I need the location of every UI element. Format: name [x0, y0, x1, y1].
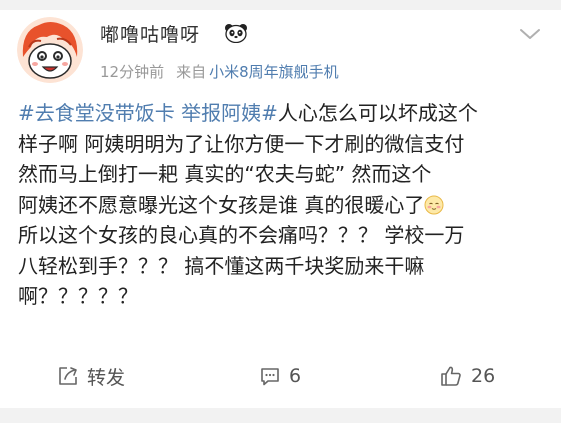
device-link[interactable]: 小米8周年旗舰手机	[209, 63, 339, 81]
panda-icon	[224, 23, 248, 44]
username[interactable]: 嘟噜咕噜呀	[100, 20, 200, 47]
content-line-5: 所以这个女孩的良心真的不会痛吗？？？ 学校一万	[18, 223, 465, 247]
content-line-2: 样子啊 阿姨明明为了让你方便一下才刷的微信支付	[18, 131, 465, 156]
post-meta: 12分钟前 来自 小米8周年旗舰手机	[100, 61, 339, 82]
like-count: 26	[471, 365, 496, 387]
avatar[interactable]	[17, 17, 83, 83]
content-text: 阿姨还不愿意曝光这个女孩是谁 真的很暖心了	[18, 192, 425, 217]
post-time: 12分钟前	[100, 63, 165, 81]
avatar-cartoon-icon	[17, 17, 83, 83]
repost-icon	[59, 367, 77, 385]
weibo-post-card: 嘟噜咕噜呀 12分钟前 来自 小米8周年旗舰手机 #去食堂没带饭卡 举报阿姨#人心怎…	[0, 0, 561, 408]
topic-link[interactable]: #去食堂没带饭卡 举报阿姨#	[18, 101, 278, 125]
comment-count: 6	[289, 365, 302, 387]
content-line-1: #去食堂没带饭卡 举报阿姨#人心怎么可以坏成这个	[18, 98, 552, 129]
content-text: 人心怎么可以坏成这个	[277, 101, 478, 125]
comment-button[interactable]: 6	[259, 354, 301, 398]
action-bar: 转发 6 26	[0, 354, 561, 398]
source-prefix: 来自	[176, 63, 207, 81]
comment-icon	[261, 368, 279, 386]
repost-label: 转发	[87, 366, 126, 389]
content-line-6: 八轻松到手？？？ 搞不懂这两千块奖励来干嘛	[18, 253, 425, 278]
chevron-down-icon[interactable]	[519, 26, 541, 40]
content-line-3: 然而马上倒打一耙 真实的“农夫与蛇” 然而这个	[18, 162, 432, 186]
blush-emoji-icon	[424, 193, 444, 214]
thumbs-up-icon	[441, 366, 461, 386]
content-line-4: 阿姨还不愿意曝光这个女孩是谁 真的很暖心了	[18, 190, 552, 221]
post-content: #去食堂没带饭卡 举报阿姨#人心怎么可以坏成这个 样子啊 阿姨明明为了让你方便一…	[18, 98, 552, 312]
repost-button[interactable]: 转发	[57, 354, 125, 398]
like-button[interactable]: 26	[439, 354, 495, 398]
content-line-7: 啊？？？？？	[18, 284, 138, 308]
bottom-divider	[0, 408, 561, 423]
